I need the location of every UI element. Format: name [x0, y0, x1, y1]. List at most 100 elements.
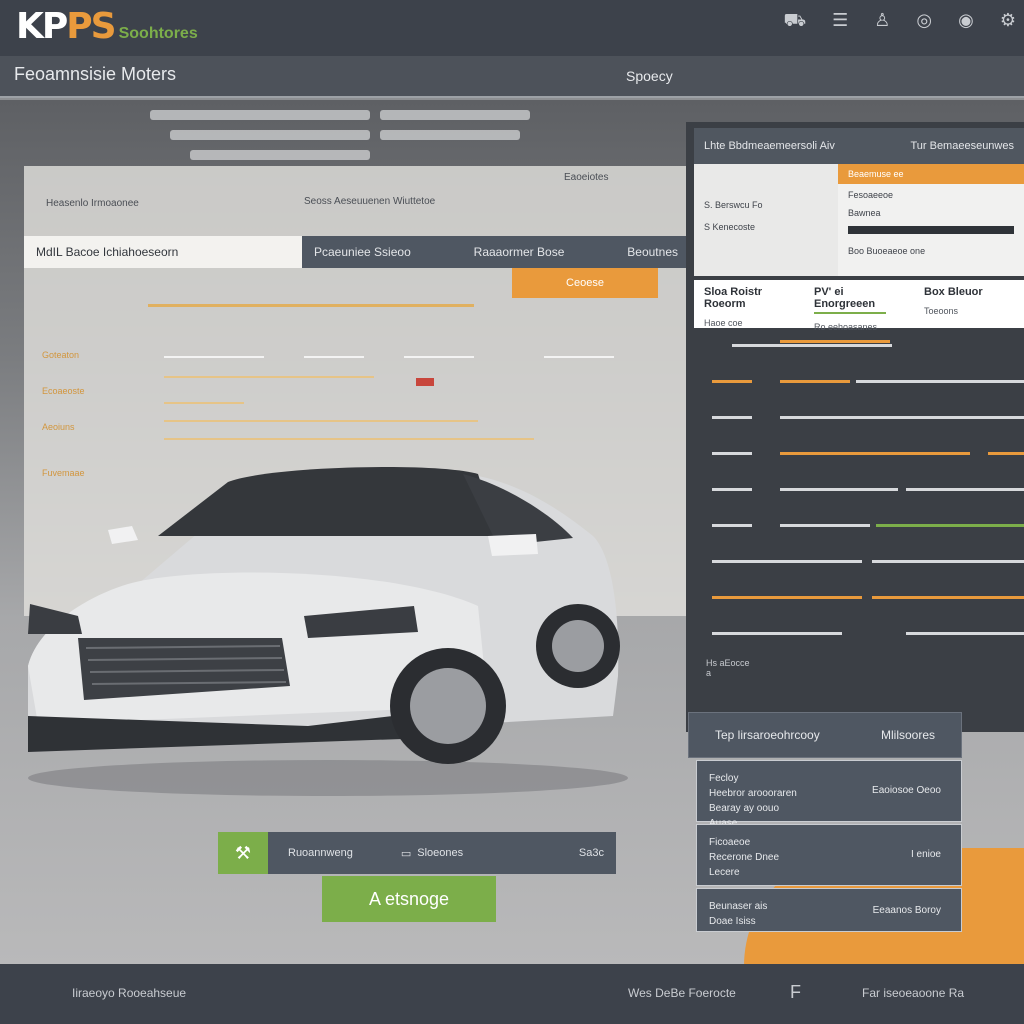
ceiling-light — [170, 130, 370, 140]
details-progress-bar — [848, 226, 1014, 234]
brand-logo[interactable]: K P PS Soohtores — [16, 6, 198, 50]
top-navigation-bar: K P PS Soohtores ⛟ ☰ ♙ ◎ ◉ ⚙ — [0, 0, 1024, 56]
footnote-line: Hs aEocce — [706, 658, 750, 668]
field-line — [164, 438, 534, 440]
ceiling-light — [380, 110, 530, 120]
footer-mid[interactable]: Wes DeBe Foerocte — [628, 986, 736, 1000]
field-line — [164, 402, 244, 404]
car-icon[interactable]: ⛟ — [783, 10, 806, 30]
data-row — [706, 628, 1024, 640]
logo-letter-p: P — [41, 6, 68, 47]
ceiling-light — [190, 150, 370, 160]
menu-icon[interactable]: ☰ — [832, 10, 848, 30]
details-column[interactable]: Box Bleuor Toeoons — [914, 280, 1024, 328]
form-header-right: Eaoeiotes — [564, 172, 609, 183]
details-card: Beaemuse ee Fesoaeeoe Bawnea Boo Buoeaeo… — [838, 164, 1024, 276]
summary-row-right: I enioe — [910, 849, 941, 860]
field-label: Aeoiuns — [42, 422, 75, 432]
column-subtitle: Haoe coe — [704, 318, 743, 328]
column-subtitle: Ro eehoasanes — [814, 322, 878, 332]
data-row — [706, 340, 1024, 352]
summary-row-left: Fecloy Heebror aroooraren Bearay ay oouo… — [709, 773, 797, 829]
form-header-mid: Seoss Aeseuuenen Wiuttetoe — [304, 196, 436, 207]
details-column[interactable]: PV' ei Enorgreeen Ro eehoasanes — [804, 280, 914, 332]
details-header-right: Tur Bemaeeseunwes — [910, 140, 1014, 152]
field-line — [544, 356, 614, 358]
summary-row[interactable]: Fecloy Heebror aroooraren Bearay ay oouo… — [696, 760, 962, 829]
field-line — [164, 376, 374, 378]
folder-icon: ▭ — [400, 847, 412, 860]
bell-icon[interactable]: ◎ — [916, 10, 932, 30]
column-title: PV' ei Enorgreeen — [814, 286, 876, 310]
details-header-left: Lhte Bbdmeaemeersoli Aiv — [704, 140, 835, 152]
tab-parameters[interactable]: Pcaeuniee Ssieoo Raaaormer Bose Beoutnes — [302, 236, 686, 268]
data-rows — [706, 340, 1024, 664]
list-item[interactable]: S. Berswcu Fo — [694, 164, 838, 216]
data-row — [706, 448, 1024, 460]
column-title: Box Bleuor — [924, 286, 983, 298]
details-list: S. Berswcu Fo S Kenecoste — [694, 164, 838, 276]
summary-row[interactable]: Ficoaeoe Recerone Dnee Lecere I enioe — [696, 824, 962, 886]
column-title: Sloa Roistr Roeorm — [704, 286, 763, 310]
field-line — [164, 356, 264, 358]
primary-action-button[interactable]: A etsnoge — [322, 876, 496, 922]
summary-header-left: Tep lirsaroeohrcooy — [715, 728, 820, 742]
data-row — [706, 484, 1024, 496]
details-line: Fesoaeeoe — [848, 190, 894, 200]
center-tab[interactable]: Spoecy — [626, 68, 673, 84]
footer-left[interactable]: Iiraeoyo Rooeahseue — [72, 986, 186, 1000]
field-label: Ecoaeoste — [42, 386, 85, 396]
settings-icon[interactable]: ⚙ — [1000, 10, 1016, 30]
details-panel-header: Lhte Bbdmeaemeersoli Aiv Tur Bemaeeseunw… — [694, 128, 1024, 164]
tab-results-label[interactable]: Beoutnes — [627, 245, 678, 259]
summary-row-right: Eaoiosoe Oeoo — [872, 785, 941, 796]
details-card-highlight[interactable]: Beaemuse ee — [838, 164, 1024, 184]
logo-letters-ps: PS — [66, 6, 116, 47]
toolbar-item-mid[interactable]: ▭ Sloeones — [401, 847, 463, 860]
tab-performance-label[interactable]: Raaaormer Bose — [474, 245, 565, 259]
ceiling-light — [150, 110, 370, 120]
summary-header-right: Mlilsoores — [880, 728, 935, 742]
top-icon-group: ⛟ ☰ ♙ ◎ ◉ ⚙ — [783, 10, 1016, 30]
wrench-icon[interactable]: ⚒ — [218, 832, 268, 874]
details-line: Bawnea — [848, 208, 881, 218]
data-row — [706, 412, 1024, 424]
toolbar-label-mid: Sloeones — [417, 847, 464, 859]
footer-separator: F — [790, 982, 801, 1002]
form-tabs: MdIL Bacoe Ichiahoeseorn Pcaeuniee Ssieo… — [24, 236, 686, 268]
field-line — [404, 356, 474, 358]
summary-header: Tep lirsaroeohrcooy Mlilsoores — [688, 712, 962, 758]
user-icon[interactable]: ♙ — [874, 10, 890, 30]
field-label: Goteaton — [42, 350, 80, 360]
summary-row[interactable]: Beunaser ais Doae Isiss Eeaanos Boroy — [696, 888, 962, 932]
ceiling-light — [380, 130, 520, 140]
details-footnote: Hs aEocce a — [706, 658, 750, 678]
tab-parameters-label: Pcaeuniee Ssieoo — [314, 245, 411, 259]
data-row — [706, 520, 1024, 532]
page-title: Feoamnsisie Moters — [14, 64, 177, 84]
tab-vehicle-info[interactable]: MdIL Bacoe Ichiahoeseorn — [24, 236, 302, 268]
footer-right[interactable]: Far iseoeaoone Ra — [862, 986, 964, 1000]
toolbar-label-left[interactable]: Ruoannweng — [288, 847, 353, 859]
data-row — [706, 556, 1024, 568]
toolbar-label-right[interactable]: Sa3c — [579, 847, 604, 859]
chat-icon[interactable]: ◉ — [958, 10, 974, 30]
column-subtitle: Toeoons — [924, 306, 959, 316]
create-button[interactable]: Ceoese — [512, 268, 658, 298]
car-image — [8, 456, 628, 806]
summary-row-right: Eeaanos Boroy — [872, 905, 941, 916]
field-line — [164, 420, 478, 422]
logo-subtitle: Soohtores — [118, 25, 198, 42]
summary-card: Tep lirsaroeohrcooy Mlilsoores Fecloy He… — [688, 712, 962, 932]
details-panel: Lhte Bbdmeaemeersoli Aiv Tur Bemaeeseunw… — [686, 122, 1024, 732]
data-row — [706, 592, 1024, 604]
data-row — [706, 376, 1024, 388]
section-header: Feoamnsisie Moters Spoecy — [0, 56, 1024, 98]
details-line: Boo Buoeaeoe one — [848, 246, 926, 256]
field-line — [304, 356, 364, 358]
details-column[interactable]: Sloa Roistr Roeorm Haoe coe — [694, 280, 804, 328]
logo-letter-k: K — [16, 6, 44, 47]
form-divider — [148, 304, 474, 307]
footnote-line: a — [706, 668, 712, 678]
list-item[interactable]: S Kenecoste — [694, 216, 838, 238]
